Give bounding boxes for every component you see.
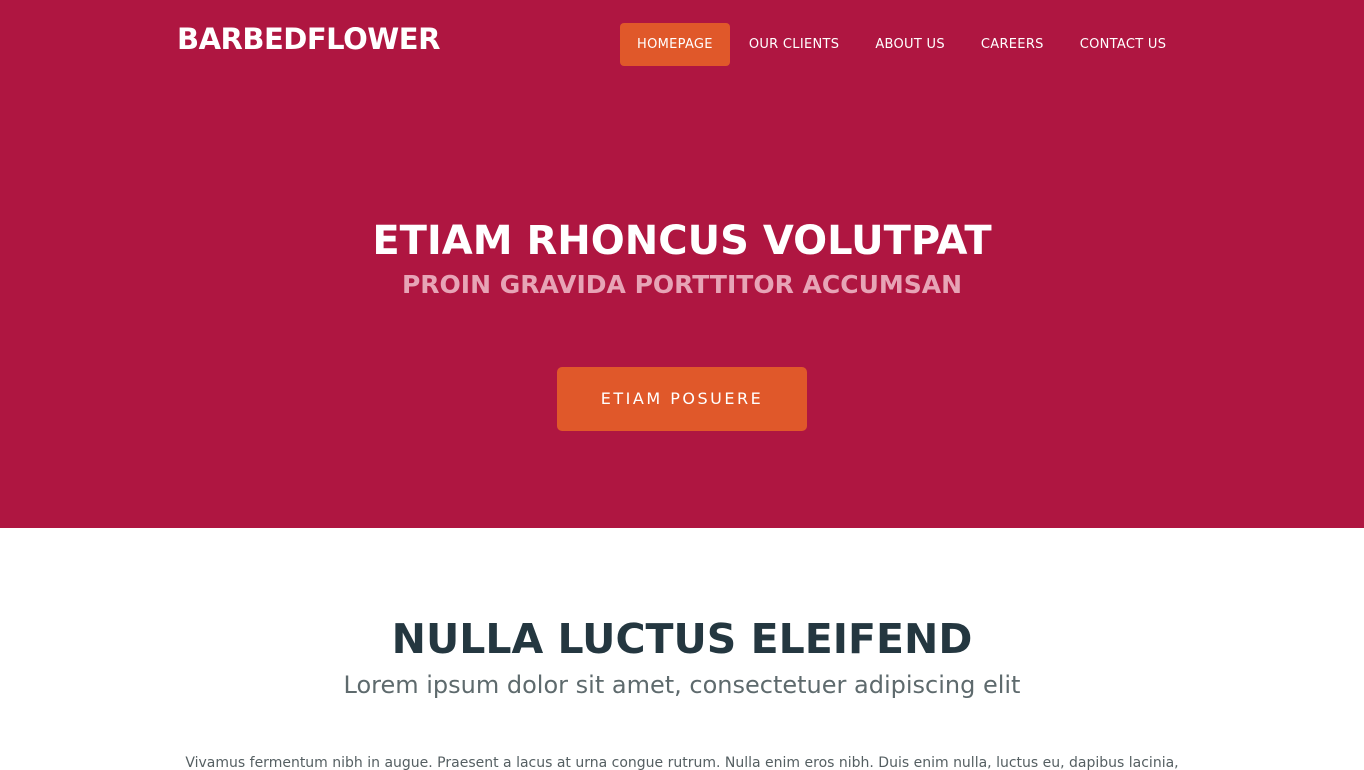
main-nav: HOMEPAGE OUR CLIENTS ABOUT US CAREERS CO… [620,22,1185,66]
hero-subtitle: PROIN GRAVIDA PORTTITOR ACCUMSAN [401,270,963,299]
site-logo[interactable]: BARBEDFLOWER [177,21,440,57]
nav-item-contact-us[interactable]: CONTACT US [1063,23,1184,66]
nav-item-careers[interactable]: CAREERS [964,23,1061,66]
hero-cta-button[interactable]: ETIAM POSUERE [557,367,807,431]
nav-item-about-us[interactable]: ABOUT US [858,23,962,66]
nav-item-our-clients[interactable]: OUR CLIENTS [732,23,857,66]
hero-title: ETIAM RHONCUS VOLUTPAT [372,218,992,264]
section-subtitle: Lorem ipsum dolor sit amet, consectetuer… [343,671,1021,699]
nav-item-homepage[interactable]: HOMEPAGE [620,22,730,66]
section-title: NULLA LUCTUS ELEIFEND [391,615,973,663]
hero-section: BARBEDFLOWER HOMEPAGE OUR CLIENTS ABOUT … [0,0,1364,528]
page: BARBEDFLOWER HOMEPAGE OUR CLIENTS ABOUT … [0,0,1364,770]
section-body-text: Vivamus fermentum nibh in augue. Praesen… [185,755,1179,770]
